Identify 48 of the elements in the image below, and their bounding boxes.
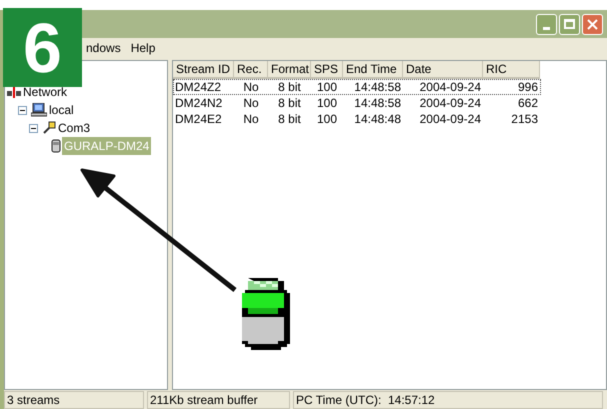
column-header[interactable]: Stream ID — [173, 61, 234, 79]
close-icon — [587, 18, 598, 30]
step-badge: 6 — [3, 8, 82, 87]
computer-icon — [31, 103, 47, 117]
table-cell-text: 8 bit — [277, 79, 302, 95]
table-cell-text: 14:48:58 — [353, 79, 402, 95]
tree-item[interactable]: local — [48, 101, 75, 119]
table-cell-text: 14:48:48 — [353, 111, 402, 127]
table-cell-text: 2004-09-24 — [418, 111, 482, 127]
table-cell-text: 8 bit — [277, 95, 302, 111]
status-field: 3 streams — [4, 391, 144, 409]
table-cell-text: DM24E2 — [174, 111, 223, 127]
minimize-icon — [543, 26, 550, 30]
table-cell-text: 100 — [316, 111, 338, 127]
table-cell-text: 14:48:58 — [353, 95, 402, 111]
table-cell-text: 8 bit — [277, 111, 302, 127]
column-header[interactable]: Rec. — [234, 61, 268, 79]
status-field: 211Kb stream buffer — [147, 391, 290, 409]
status-field: PC Time (UTC): 14:57:12 — [293, 391, 603, 409]
digitizer-icon — [51, 139, 61, 153]
table-cell-text: 2004-09-24 — [418, 95, 482, 111]
table-cell-text: No — [242, 79, 260, 95]
table-cell-text: No — [242, 95, 260, 111]
table-cell-text: 996 — [516, 79, 539, 95]
column-header[interactable]: Format — [268, 61, 311, 79]
column-header[interactable]: End Time — [343, 61, 403, 79]
maximize-button[interactable] — [559, 14, 580, 34]
table-cell-text: DM24Z2 — [174, 79, 222, 95]
collapse-toggle-icon[interactable] — [18, 106, 27, 114]
column-header[interactable]: SPS — [311, 61, 343, 79]
column-header[interactable]: Date — [403, 61, 483, 79]
menu-item[interactable]: Help — [128, 39, 158, 57]
table-cell-text: 100 — [316, 95, 338, 111]
close-button[interactable] — [582, 14, 603, 34]
tree-item[interactable]: Com3 — [57, 119, 92, 137]
network-icon — [7, 86, 21, 98]
minimize-button[interactable] — [536, 14, 557, 34]
table-cell-text: 662 — [516, 95, 539, 111]
table-cell-text: 2004-09-24 — [418, 79, 482, 95]
table-cell-text: 2153 — [510, 111, 539, 127]
menu-item[interactable]: ndows — [84, 39, 123, 57]
table-cell-text: DM24N2 — [174, 95, 224, 111]
table-cell-text: No — [242, 111, 260, 127]
maximize-icon — [564, 19, 575, 29]
collapse-toggle-icon[interactable] — [29, 124, 38, 132]
column-header[interactable]: RIC — [483, 61, 540, 79]
table-cell-text: 100 — [316, 79, 338, 95]
port-icon — [42, 121, 56, 135]
